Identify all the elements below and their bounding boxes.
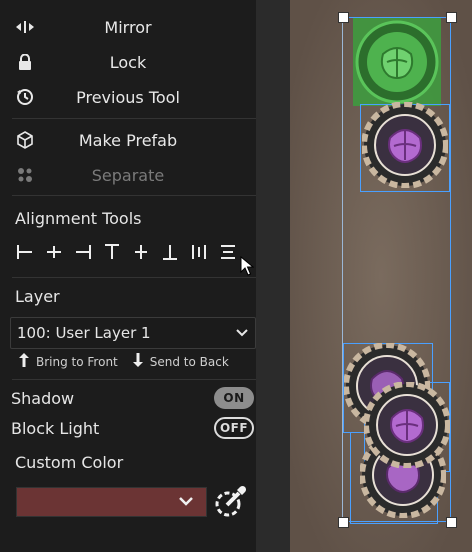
chevron-down-icon <box>178 493 194 512</box>
separate-menu-item[interactable]: Separate <box>0 158 256 192</box>
shadow-label: Shadow <box>11 389 75 408</box>
lock-icon <box>14 51 36 73</box>
selection-border-left <box>342 17 343 522</box>
token-green[interactable] <box>353 18 441 110</box>
layer-select-value: 100: User Layer 1 <box>17 324 151 342</box>
arrow-down-icon <box>132 352 144 371</box>
resize-handle-top-left[interactable] <box>338 12 349 23</box>
shadow-toggle[interactable]: ON <box>214 387 254 409</box>
bring-to-front-label: Bring to Front <box>36 354 118 369</box>
bring-to-front-button[interactable]: Bring to Front <box>18 352 118 371</box>
send-to-back-button[interactable]: Send to Back <box>132 352 229 371</box>
eyedropper-icon <box>214 485 248 522</box>
mirror-icon <box>14 16 36 38</box>
layer-order-controls: Bring to Front Send to Back <box>18 352 229 371</box>
previous-tool-menu-item[interactable]: Previous Tool <box>0 80 256 114</box>
custom-color-label: Custom Color <box>15 453 124 472</box>
mirror-menu-item[interactable]: Mirror <box>0 10 256 44</box>
mirror-label: Mirror <box>104 17 152 37</box>
arrow-up-icon <box>18 352 30 371</box>
make-prefab-label: Make Prefab <box>78 130 178 150</box>
previous-tool-label: Previous Tool <box>76 87 180 107</box>
alignment-tools-heading: Alignment Tools <box>15 209 142 228</box>
selection-border-right <box>450 17 451 522</box>
block-light-toggle[interactable]: OFF <box>214 417 254 439</box>
distribute-vertical-icon[interactable] <box>217 241 239 263</box>
eyedropper-button[interactable] <box>214 484 248 518</box>
divider <box>12 277 256 278</box>
history-icon <box>14 86 36 108</box>
align-top-icon[interactable] <box>101 241 123 263</box>
separate-label: Separate <box>91 165 165 185</box>
align-left-icon[interactable] <box>14 241 36 263</box>
layer-heading: Layer <box>15 287 60 306</box>
map-canvas[interactable] <box>256 0 472 552</box>
divider <box>12 379 256 380</box>
mouse-cursor-icon <box>240 255 255 280</box>
properties-panel: Mirror Lock Previous Tool Make Prefab Se… <box>0 0 256 552</box>
cube-icon <box>14 129 36 151</box>
custom-color-dropdown[interactable] <box>16 487 207 517</box>
divider <box>12 118 256 119</box>
separate-icon <box>14 164 36 186</box>
divider <box>12 195 256 196</box>
token-purple[interactable] <box>361 101 449 192</box>
align-center-vertical-icon[interactable] <box>130 241 152 263</box>
lock-menu-item[interactable]: Lock <box>0 45 256 79</box>
chevron-down-icon <box>235 324 249 343</box>
alignment-toolbar <box>14 241 239 263</box>
lock-label: Lock <box>109 52 147 72</box>
align-right-icon[interactable] <box>72 241 94 263</box>
distribute-horizontal-icon[interactable] <box>188 241 210 263</box>
layer-select[interactable]: 100: User Layer 1 <box>10 317 256 349</box>
align-bottom-icon[interactable] <box>159 241 181 263</box>
block-light-label: Block Light <box>11 419 100 438</box>
resize-handle-bottom-right[interactable] <box>446 517 457 528</box>
align-center-horizontal-icon[interactable] <box>43 241 65 263</box>
token-purple[interactable] <box>363 381 451 472</box>
make-prefab-menu-item[interactable]: Make Prefab <box>0 123 256 157</box>
resize-handle-top-right[interactable] <box>446 12 457 23</box>
resize-handle-bottom-left[interactable] <box>338 517 349 528</box>
send-to-back-label: Send to Back <box>149 354 229 369</box>
